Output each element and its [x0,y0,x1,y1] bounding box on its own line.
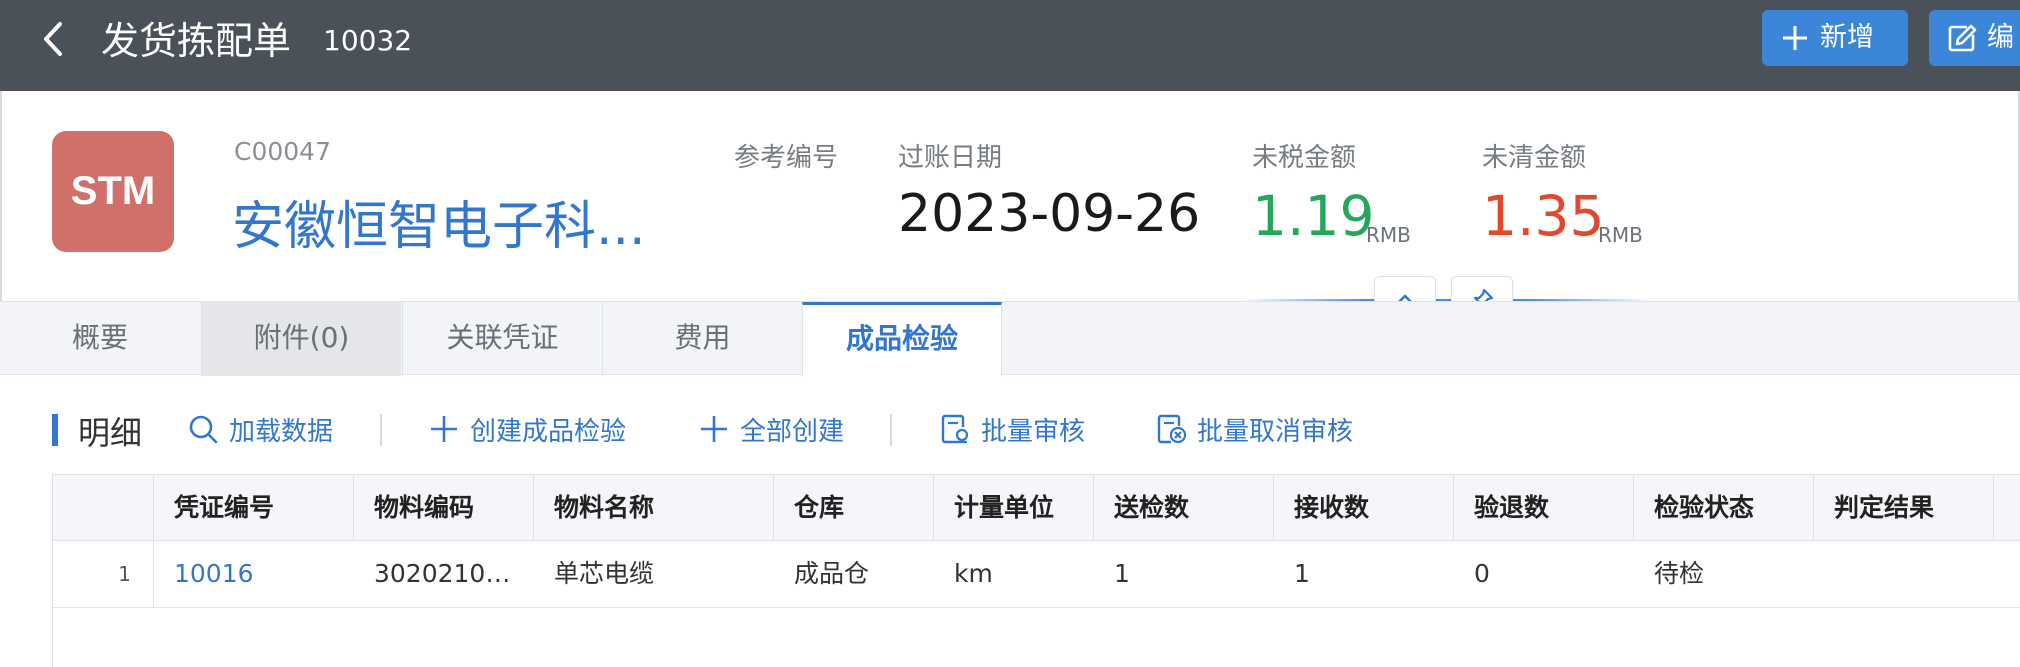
tab-related-vouchers[interactable]: 关联凭证 [402,302,602,376]
plus-icon [431,416,457,442]
untaxed-amount-currency: RMB [1366,223,1411,247]
page-title: 发货拣配单 [101,19,292,63]
load-data-label: 加载数据 [229,416,334,447]
column-header[interactable]: 仓库 [774,475,934,540]
tab-attachments[interactable]: 附件(0) [201,302,401,376]
column-header[interactable]: 接收数 [1274,475,1454,540]
judgement-result-cell [1814,541,1994,607]
column-header[interactable]: 物料编码 [354,475,534,540]
received-quantity-cell: 1 [1294,559,1310,588]
untaxed-amount-value: 1.19 [1252,184,1375,248]
warehouse-cell: 成品仓 [794,559,870,588]
unit-cell: km [954,559,993,588]
outstanding-amount-currency: RMB [1598,223,1643,247]
tab-bar: 概要 附件(0) 关联凭证 费用 成品检验 [0,301,2020,377]
batch-cancel-approve-label: 批量取消审核 [1197,416,1354,447]
column-header[interactable]: 判定结果 [1814,475,1994,540]
batch-cancel-approve-button[interactable]: 批量取消审核 [1155,408,1353,450]
tab-expenses[interactable]: 费用 [602,302,802,376]
new-button-label: 新增 [1820,22,1874,53]
table-header: 凭证编号 物料编码 物料名称 仓库 计量单位 送检数 接收数 验退数 检验状态 … [53,475,2020,541]
reference-number-label: 参考编号 [734,143,839,173]
document-number: 10032 [323,24,413,57]
batch-approve-label: 批量审核 [981,416,1086,447]
tab-finished-goods-inspection[interactable]: 成品检验 [802,302,1002,377]
create-all-button[interactable]: 全部创建 [698,408,844,450]
posting-date-label: 过账日期 [898,143,1003,173]
back-button[interactable] [36,18,72,60]
edit-button[interactable]: 编 [1929,10,2020,66]
column-header[interactable]: 物料名称 [534,475,774,540]
inspection-status-cell: 待检 [1654,559,1705,588]
search-icon [189,415,218,444]
voucher-number-link[interactable]: 10016 [154,541,354,607]
approve-doc-icon [941,414,969,444]
material-name-cell: 单芯电缆 [554,559,655,588]
chevron-left-icon [44,22,62,56]
create-all-label: 全部创建 [740,416,845,447]
load-data-button[interactable]: 加载数据 [187,408,333,450]
customer-avatar: STM [52,131,174,252]
outstanding-amount-value: 1.35 [1482,184,1605,248]
toolbar-divider [890,414,892,446]
inspection-table: 凭证编号 物料编码 物料名称 仓库 计量单位 送检数 接收数 验退数 检验状态 … [52,474,2020,667]
column-header[interactable]: 验退数 [1454,475,1634,540]
plus-icon [701,416,727,442]
batch-approve-button[interactable]: 批量审核 [939,408,1085,450]
returned-quantity-cell: 0 [1474,559,1490,588]
customer-name[interactable]: 安徽恒智电子科... [232,184,646,259]
top-bar: 发货拣配单 10032 新增 编 [0,0,2020,91]
create-inspection-label: 创建成品检验 [470,416,627,447]
customer-code: C00047 [234,137,331,166]
column-header[interactable]: 送检数 [1094,475,1274,540]
posting-date-value: 2023-09-26 [898,184,1201,244]
material-code-cell: 3020210… [374,559,511,588]
edit-button-label: 编 [1987,22,2014,53]
untaxed-amount-label: 未税金额 [1252,143,1357,173]
create-inspection-button[interactable]: 创建成品检验 [428,408,626,450]
page: 发货拣配单 10032 新增 编 STM C00047 安徽恒智电子科... 参… [0,0,2020,667]
cancel-approve-doc-icon [1157,414,1187,444]
table-row[interactable]: 1 10016 3020210… 单芯电缆 成品仓 km 1 1 0 待检 [53,541,2020,608]
column-header[interactable]: 凭证编号 [154,475,354,540]
tab-overview[interactable]: 概要 [0,302,200,376]
new-button[interactable]: 新增 [1762,10,1908,66]
column-header[interactable] [1994,475,2020,540]
document-summary: STM C00047 安徽恒智电子科... 参考编号 过账日期 2023-09-… [0,91,2020,324]
column-header[interactable]: 计量单位 [934,475,1094,540]
section-title: 明细 [78,414,143,452]
column-header[interactable]: 检验状态 [1634,475,1814,540]
plus-icon [1783,26,1807,50]
sent-quantity-cell: 1 [1114,559,1130,588]
toolbar-divider [380,414,382,446]
section-marker [52,414,58,446]
row-index: 1 [53,541,154,607]
edit-icon [1948,24,1977,52]
column-header-index [53,475,154,540]
outstanding-amount-label: 未清金额 [1482,143,1587,173]
